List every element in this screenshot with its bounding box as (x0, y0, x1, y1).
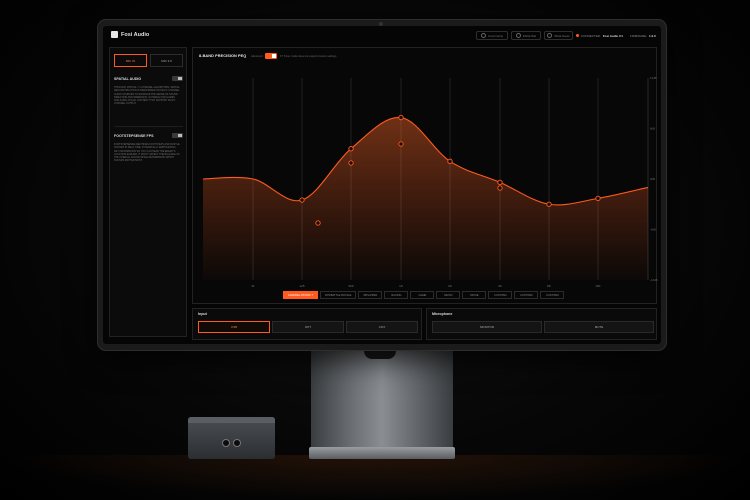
spatial-audio-toggle[interactable] (172, 76, 183, 81)
community-icon (480, 33, 486, 38)
connected-device: Fosi Audio C1 (602, 33, 623, 38)
freq-tick-label: 2K (448, 284, 452, 288)
divider (114, 126, 183, 127)
preset-button[interactable]: FPS/BATTLE ROYALE (319, 291, 357, 299)
freq-tick-label: 1K (399, 284, 403, 288)
eq-graph[interactable]: 31 125 500 1K 2K 4K 8K 16K 12dB 6dB 0dB -6dB -12dB (193, 48, 658, 305)
app-screen: Fosi Audio Community ENGLISH What News C… (103, 26, 661, 344)
eq-band-handle[interactable] (497, 185, 503, 191)
language-label: ENGLISH (522, 33, 537, 38)
brand-logo-icon (111, 31, 118, 38)
sidebar: MIC IN MIC 3.5 SPATIAL AUDIO THROUGH VIR… (109, 47, 187, 337)
eq-band-handle[interactable] (497, 179, 503, 186)
audio-device (188, 417, 275, 459)
headphone-jack-icon (222, 439, 230, 447)
input-panel: Input USB OPT COX (192, 308, 422, 340)
spatial-audio-title: SPATIAL AUDIO (114, 77, 142, 81)
freq-tick-label: 500 (348, 284, 353, 288)
preset-button[interactable]: MOVIE (462, 291, 487, 299)
footstepsense-title: FOOTSTEPSENSE FPS (114, 134, 154, 138)
preset-button[interactable]: CUSTOM1 (488, 291, 513, 299)
globe-icon (515, 33, 521, 38)
mute-button[interactable]: MUTE (544, 321, 654, 333)
brand-name: Fosi Audio (121, 31, 150, 38)
eq-band-handle[interactable] (398, 114, 404, 121)
eq-curve-fill (203, 117, 648, 280)
eq-band-handle[interactable] (398, 141, 404, 147)
freq-tick-label: 4K (498, 284, 502, 288)
gain-tick-label: 0dB (650, 177, 655, 181)
eq-band-handle[interactable] (348, 160, 354, 166)
language-button[interactable]: ENGLISH (511, 31, 541, 40)
gain-tick-label: -6dB (650, 228, 656, 232)
peq-toggle-label: Advanced (251, 55, 263, 58)
tab-mic-3-5[interactable]: MIC 3.5 (150, 54, 183, 67)
brand-logo: Fosi Audio (111, 31, 149, 38)
firmware-label: FIRMWARE: (629, 33, 647, 38)
input-usb-button[interactable]: USB (198, 321, 270, 333)
preset-button[interactable]: GAME (410, 291, 435, 299)
peq-panel: 31 125 500 1K 2K 4K 8K 16K 12dB 6dB 0dB -6dB -12dB 8… (192, 47, 658, 305)
connection-status: CONNECTED: Fosi Audio C1 FIRMWARE: 1.2.0 (576, 31, 656, 40)
what-news-label: What News (554, 33, 570, 38)
gain-tick-label: 6dB (650, 127, 655, 131)
freq-tick-label: 125 (299, 284, 304, 288)
freq-tick-label: 31 (251, 284, 255, 288)
peq-note: F7 Tuner mode does not support custom se… (280, 55, 337, 58)
eq-band-handle[interactable] (315, 220, 321, 226)
tab-mic-in[interactable]: MIC IN (114, 54, 147, 67)
what-news-button[interactable]: What News (544, 31, 573, 40)
preset-button[interactable]: MUSIC (436, 291, 461, 299)
input-opt-button[interactable]: OPT (272, 321, 344, 333)
firmware-version: 1.2.0 (648, 33, 656, 38)
gain-tick-label: -12dB (650, 278, 658, 282)
monitor-stand-base (309, 447, 455, 459)
audio-device-top (188, 417, 275, 423)
preset-button[interactable]: CUSTOM2 (514, 291, 539, 299)
eq-band-handle[interactable] (546, 201, 552, 207)
gain-tick-label: 12dB (650, 76, 657, 80)
eq-band-handle[interactable] (348, 146, 354, 152)
eq-band-handle[interactable] (595, 195, 601, 202)
eq-band-handle[interactable] (299, 197, 305, 203)
footstepsense-toggle[interactable] (172, 133, 183, 138)
monitor-stand-neck (311, 351, 453, 451)
preset-bar: CHANNEL STUDIO 7 FPS/BATTLE ROYALE RPG/O… (283, 291, 565, 299)
peq-toggle[interactable] (265, 53, 277, 59)
monitor: Fosi Audio Community ENGLISH What News C… (97, 19, 667, 351)
preset-button[interactable]: RACING (384, 291, 409, 299)
connected-dot-icon (576, 34, 579, 37)
product-scene: Fosi Audio Community ENGLISH What News C… (0, 0, 750, 500)
connected-label: CONNECTED: (581, 33, 601, 38)
microphone-panel: Microphone MONITOR MUTE (426, 308, 657, 340)
spatial-audio-description: THROUGH VIRTUAL 7.1 CHANNEL ALGORITHMS, … (114, 86, 180, 106)
input-title: Input (198, 312, 207, 316)
freq-tick-label: 16K (595, 284, 600, 288)
input-cox-button[interactable]: COX (346, 321, 418, 333)
monitor-button[interactable]: MONITOR (432, 321, 542, 333)
mic-tabs: MIC IN MIC 3.5 (114, 54, 183, 67)
community-label: Community (487, 33, 504, 38)
footstepsense-description: FOOTSTEPSENSE IDENTIFIES FOOTSTEPS AND R… (114, 143, 180, 163)
top-bar: Fosi Audio Community ENGLISH What News C… (103, 26, 661, 44)
preset-button[interactable]: RPG/OPEN (358, 291, 383, 299)
mic-jack-icon (233, 439, 241, 447)
floor-glow (0, 455, 750, 500)
eq-band-handle[interactable] (447, 158, 453, 164)
preset-button[interactable]: CHANNEL STUDIO 7 (283, 291, 318, 299)
microphone-title: Microphone (432, 312, 453, 316)
peq-title: 8-BAND PRECISION PEQ (199, 54, 247, 58)
news-icon (547, 33, 553, 38)
preset-button[interactable]: CUSTOM3 (540, 291, 565, 299)
community-button[interactable]: Community (476, 31, 508, 40)
monitor-stand-hinge (364, 351, 396, 359)
freq-tick-label: 8K (547, 284, 551, 288)
